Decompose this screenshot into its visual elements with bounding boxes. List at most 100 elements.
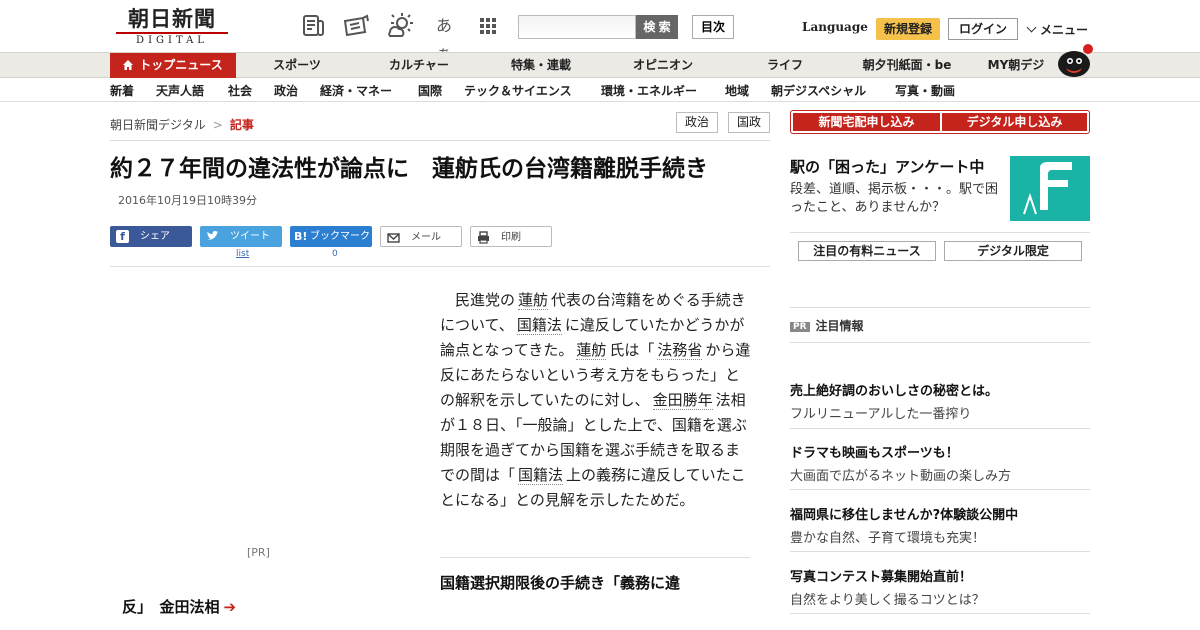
- ad-divider: [790, 232, 1090, 233]
- nav-my-asadigi[interactable]: MY朝デジ: [980, 53, 1052, 78]
- survey-ad-title[interactable]: 駅の「困った」アンケート中: [790, 156, 984, 177]
- pr-badge: PR: [790, 322, 810, 332]
- pr-item-title[interactable]: 写真コンテスト募集開始直前！: [790, 566, 972, 585]
- ticket-icon[interactable]: [342, 12, 370, 40]
- nav2-politics[interactable]: 政治: [274, 82, 298, 99]
- tag-politics[interactable]: 政治: [676, 112, 718, 133]
- secondary-nav: 新着 天声人語 社会 政治 経済・マネー 国際 テック＆サイエンス 環境・エネル…: [0, 78, 1200, 102]
- article-headline: 約２７年間の違法性が論点に 蓮舫氏の台湾籍離脱手続き: [110, 156, 708, 182]
- menu-button[interactable]: メニュー: [1026, 21, 1088, 38]
- nav-top-news-label: トップニュース: [139, 58, 223, 72]
- hatena-count[interactable]: 0: [332, 249, 338, 259]
- article-subhead: 国籍選択期限後の手続き「義務に違: [440, 574, 681, 592]
- breadcrumb-current: 記事: [229, 118, 254, 132]
- login-button[interactable]: ログイン: [948, 18, 1018, 40]
- pr-item-divider: [790, 428, 1090, 429]
- search-input[interactable]: [518, 15, 636, 39]
- body-text-segment: 氏は「: [609, 341, 655, 359]
- pr-item-desc[interactable]: 自然をより美しく撮るコツとは？: [790, 589, 985, 608]
- pr-item-desc[interactable]: 大画面で広がるネット動画の楽しみ方: [790, 465, 1011, 484]
- pr-item-desc[interactable]: フルリニューアルした一番搾り: [790, 403, 971, 422]
- related-article-title: 反」 金田法相: [122, 598, 220, 616]
- logo-main-text: 朝日新聞: [128, 6, 216, 31]
- weather-icon[interactable]: [386, 12, 414, 40]
- keyword-link[interactable]: 蓮舫: [576, 341, 607, 360]
- pr-top-divider: [790, 307, 1090, 308]
- newspaper-icon[interactable]: [300, 12, 328, 40]
- nav2-environment[interactable]: 環境・エネルギー: [601, 82, 697, 99]
- print-label: 印刷: [501, 232, 521, 243]
- font-size-icon[interactable]: あぁ: [430, 12, 458, 63]
- facebook-share-button[interactable]: f シェア: [110, 226, 192, 247]
- breadcrumb-home[interactable]: 朝日新聞デジタル: [110, 118, 206, 132]
- keyword-link[interactable]: 国籍法: [516, 316, 562, 335]
- language-link[interactable]: Language: [802, 20, 868, 34]
- pr-heading: PR 注目情報: [790, 317, 864, 334]
- facebook-icon: f: [116, 230, 129, 243]
- hatena-icon: B!: [294, 230, 308, 243]
- toc-button[interactable]: 目次: [692, 15, 734, 39]
- nav-opinion[interactable]: オピニオン: [622, 53, 704, 78]
- site-logo[interactable]: 朝日新聞 DIGITAL: [116, 8, 228, 46]
- nav2-tech-science[interactable]: テック＆サイエンス: [464, 82, 572, 99]
- subscription-promo: 新聞宅配申し込み デジタル申し込み: [790, 110, 1090, 134]
- twitter-count[interactable]: list: [236, 249, 249, 259]
- survey-ad-desc[interactable]: 段差、道順、掲示板・・・。駅で困ったこと、ありませんか？: [790, 181, 1005, 217]
- tab-digital-only[interactable]: デジタル限定: [944, 241, 1082, 261]
- nav-top-news[interactable]: トップニュース: [110, 53, 236, 78]
- register-button[interactable]: 新規登録: [876, 18, 940, 40]
- twitter-icon: [207, 230, 219, 240]
- nav2-special[interactable]: 朝デジスペシャル: [771, 82, 866, 99]
- mail-button[interactable]: メール: [380, 226, 462, 247]
- keyword-link[interactable]: 金田勝年: [652, 391, 713, 410]
- pr-item-desc[interactable]: 豊かな自然、子育て環境も充実！: [790, 527, 985, 546]
- nav2-economy[interactable]: 経済・マネー: [320, 82, 392, 99]
- nav-sports[interactable]: スポーツ: [256, 53, 338, 78]
- nav-life[interactable]: ライフ: [744, 53, 826, 78]
- print-icon: [478, 231, 489, 244]
- tag-national-politics[interactable]: 国政: [728, 112, 770, 133]
- twitter-share-button[interactable]: ツイート: [200, 226, 282, 247]
- facebook-share-label: シェア: [140, 231, 170, 242]
- mail-label: メール: [411, 232, 441, 243]
- related-article-link[interactable]: 反」 金田法相 ➔: [122, 596, 236, 617]
- nav2-photo-video[interactable]: 写真・動画: [895, 82, 955, 99]
- keyword-link[interactable]: 法務省: [657, 341, 703, 360]
- keyword-link[interactable]: 蓮舫: [518, 291, 549, 310]
- nav-features[interactable]: 特集・連載: [500, 53, 582, 78]
- search-button[interactable]: 検 索: [636, 15, 678, 39]
- nav-culture[interactable]: カルチャー: [378, 53, 460, 78]
- breadcrumb: 朝日新聞デジタル > 記事: [110, 116, 254, 133]
- mascot-icon[interactable]: [1054, 42, 1094, 78]
- nav2-tenseijingo[interactable]: 天声人語: [156, 82, 204, 99]
- nav-paper-be[interactable]: 朝夕刊紙面・be: [856, 53, 958, 78]
- tab-paid-news[interactable]: 注目の有料ニュース: [798, 241, 936, 261]
- digital-subscribe-button[interactable]: デジタル申し込み: [942, 113, 1087, 131]
- chevron-down-icon: [1026, 22, 1037, 33]
- print-button[interactable]: 印刷: [470, 226, 552, 247]
- pr-item-divider: [790, 613, 1090, 614]
- nav2-international[interactable]: 国際: [418, 82, 442, 99]
- article-body: 民進党の 蓮舫 代表の台湾籍をめぐる手続きについて、 国籍法 に違反していたかどうかが論…: [440, 288, 752, 513]
- pr-item-title[interactable]: ドラマも映画もスポーツも！: [790, 442, 959, 461]
- survey-ad-logo[interactable]: [1010, 156, 1090, 221]
- nav2-society[interactable]: 社会: [228, 82, 252, 99]
- newspaper-subscribe-button[interactable]: 新聞宅配申し込み: [793, 113, 940, 131]
- pr-item-divider: [790, 551, 1090, 552]
- pr-label: [PR]: [247, 546, 270, 559]
- hatena-bookmark-label: ブックマーク: [310, 231, 370, 242]
- keyword-link[interactable]: 国籍法: [518, 466, 564, 485]
- pr-item-title[interactable]: 福岡県に移住しませんか?体験談公開中: [790, 504, 1018, 523]
- pr-item-title[interactable]: 売上絶好調のおいしさの秘密とは。: [790, 380, 998, 399]
- logo-sub-text: DIGITAL: [116, 32, 228, 46]
- twitter-share-label: ツイート: [230, 231, 270, 242]
- hatena-bookmark-button[interactable]: B! ブックマーク: [290, 226, 372, 247]
- pr-head-divider: [790, 342, 1090, 343]
- article-date: 2016年10月19日10時39分: [118, 194, 257, 207]
- body-text-segment: 民進党の: [440, 291, 516, 309]
- nav2-latest[interactable]: 新着: [110, 82, 134, 99]
- nav2-region[interactable]: 地域: [725, 82, 749, 99]
- pr-heading-label: 注目情報: [815, 319, 864, 333]
- home-icon: [123, 60, 134, 70]
- grid-icon[interactable]: [474, 12, 502, 40]
